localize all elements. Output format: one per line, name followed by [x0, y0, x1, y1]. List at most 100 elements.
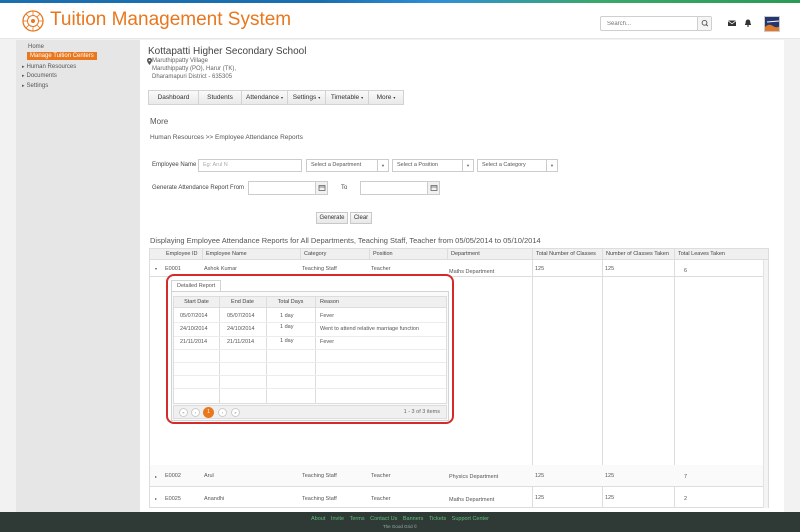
pager-next-button[interactable]: › [218, 408, 227, 417]
expand-arrow-icon: ▸ [22, 83, 25, 89]
generate-button[interactable]: Generate [316, 212, 348, 224]
dropdown-caret-icon: ▾ [361, 95, 364, 100]
column-header[interactable]: Total Number of Classes [532, 249, 596, 260]
row-divider [174, 349, 446, 350]
grid-scrollbar[interactable] [763, 260, 768, 508]
detail-start-date: 21/11/2014 [180, 339, 208, 345]
school-address-line: Maruthippatty (PO), Harur (TK), [152, 66, 237, 72]
column-header[interactable]: Employee ID [163, 249, 198, 260]
mail-icon[interactable] [727, 18, 737, 28]
chakra-logo-icon[interactable] [22, 10, 44, 32]
column-header[interactable]: Department [447, 249, 480, 260]
sidebar-item-settings[interactable]: ▸ Settings [22, 83, 48, 89]
search-button[interactable] [697, 17, 711, 30]
detail-reason: Fever [320, 313, 335, 319]
page-title: More [150, 117, 169, 126]
footer-link-tickets[interactable]: Tickets [429, 516, 446, 522]
to-date-picker[interactable] [360, 181, 440, 195]
footer-links: About Invite Terms Contact Us Banners Ti… [0, 516, 800, 522]
department-select[interactable]: Select a Department ▼ [306, 159, 389, 172]
row-divider [174, 336, 446, 337]
column-header[interactable]: Total Leaves Taken [674, 249, 725, 260]
calendar-icon[interactable] [315, 182, 327, 194]
generate-from-label: Generate Attendance Report From [152, 185, 245, 191]
sidebar: Home Manage Tuition Centers ▸ Human Resou… [16, 40, 140, 512]
column-header[interactable]: Number of Classes Taken [602, 249, 669, 260]
expand-row-icon[interactable]: ▸ [155, 496, 157, 501]
detail-tab-content: Start Date End Date Total Days Reason 05… [171, 291, 449, 421]
position-select[interactable]: Select a Position ▼ [392, 159, 474, 172]
breadcrumb: Human Resources >> Employee Attendance R… [150, 134, 303, 141]
bell-icon[interactable] [743, 18, 753, 28]
footer: About Invite Terms Contact Us Banners Ti… [0, 512, 800, 532]
main-menu-bar: Dashboard Students Attendance ▾ Settings ▾… [148, 90, 404, 105]
column-header[interactable]: Total Days [266, 297, 315, 308]
column-header[interactable]: Position [369, 249, 393, 260]
footer-link-about[interactable]: About [311, 516, 325, 522]
menu-timetable[interactable]: Timetable ▾ [326, 91, 369, 104]
sidebar-item-documents[interactable]: ▸ Documents [22, 73, 57, 79]
column-header[interactable]: Reason [315, 297, 446, 308]
app-title: Tuition Management System [50, 9, 292, 30]
pager-last-button[interactable]: » [231, 408, 240, 417]
expand-row-icon[interactable]: ▸ [155, 474, 157, 479]
search-box [600, 16, 712, 31]
clear-button[interactable]: Clear [350, 212, 372, 224]
table-row[interactable]: ▸ E0025 Anandhi Teaching Staff Teacher M… [150, 487, 768, 508]
footer-link-banners[interactable]: Banners [403, 516, 424, 522]
sidebar-item-human-resources[interactable]: ▸ Human Resources [22, 64, 76, 70]
to-label: To [341, 185, 348, 191]
category-select[interactable]: Select a Category ▼ [477, 159, 558, 172]
school-name: Kottapatti Higher Secondary School [148, 46, 307, 57]
menu-more[interactable]: More ▾ [369, 91, 403, 104]
from-date-picker[interactable] [248, 181, 328, 195]
menu-settings[interactable]: Settings ▾ [288, 91, 326, 104]
tab-detailed-report[interactable]: Detailed Report [171, 280, 222, 291]
detail-end-date: 21/11/2014 [227, 339, 255, 345]
footer-link-invite[interactable]: Invite [331, 516, 344, 522]
detail-pager: « ‹ 1 › » 1 - 3 of 3 items [173, 405, 447, 419]
column-header[interactable]: End Date [219, 297, 266, 308]
row-divider [174, 362, 446, 363]
user-avatar[interactable] [764, 16, 780, 32]
detail-start-date: 24/10/2014 [180, 326, 208, 332]
collapse-row-icon[interactable]: ▾ [155, 266, 157, 271]
school-address-line: Maruthippatty Village [152, 58, 208, 64]
detail-start-date: 05/07/2014 [180, 313, 208, 319]
menu-students[interactable]: Students [199, 91, 242, 104]
footer-link-support-center[interactable]: Support Center [452, 516, 489, 522]
school-address-line: Dharamapuri District - 635305 [152, 74, 233, 80]
column-header[interactable]: Start Date [174, 297, 219, 308]
expand-arrow-icon: ▸ [22, 64, 25, 70]
sidebar-item-home[interactable]: Home [28, 44, 44, 50]
employee-name-input[interactable]: Eg: Arul N [198, 159, 302, 172]
pager-info: 1 - 3 of 3 items [403, 409, 440, 415]
menu-attendance[interactable]: Attendance ▾ [242, 91, 288, 104]
menu-dashboard[interactable]: Dashboard [149, 91, 199, 104]
column-header[interactable]: Category [300, 249, 326, 260]
row-divider [174, 322, 446, 323]
pager-first-button[interactable]: « [179, 408, 188, 417]
search-input[interactable] [601, 17, 696, 30]
calendar-icon[interactable] [427, 182, 439, 194]
table-row[interactable]: ▸ E0002 Arul Teaching Staff Teacher Phys… [150, 465, 768, 487]
main-content: Kottapatti Higher Secondary School Marut… [140, 40, 784, 512]
column-header[interactable]: Employee Name [202, 249, 247, 260]
report-summary: Displaying Employee Attendance Reports f… [150, 236, 541, 245]
row-divider [174, 388, 446, 389]
detail-end-date: 05/07/2014 [227, 313, 255, 319]
detail-reason: Fever [320, 339, 335, 345]
footer-link-contact-us[interactable]: Contact Us [370, 516, 397, 522]
chevron-down-icon: ▼ [462, 160, 473, 171]
pager-current-page[interactable]: 1 [203, 407, 214, 418]
footer-link-terms[interactable]: Terms [350, 516, 365, 522]
detailed-report-panel: Detailed Report Start Date End Date Tota… [166, 274, 454, 424]
sidebar-item-manage-tuition-centers[interactable]: Manage Tuition Centers [27, 52, 97, 60]
row-divider [174, 375, 446, 376]
pager-prev-button[interactable]: ‹ [191, 408, 200, 417]
footer-copyright: The Good Grid © [382, 524, 418, 529]
employee-name-label: Employee Name [152, 162, 197, 168]
detail-reason: Went to attend relative marriage functio… [320, 326, 419, 332]
detail-end-date: 24/10/2014 [227, 326, 255, 332]
app-header: Tuition Management System [0, 3, 800, 39]
